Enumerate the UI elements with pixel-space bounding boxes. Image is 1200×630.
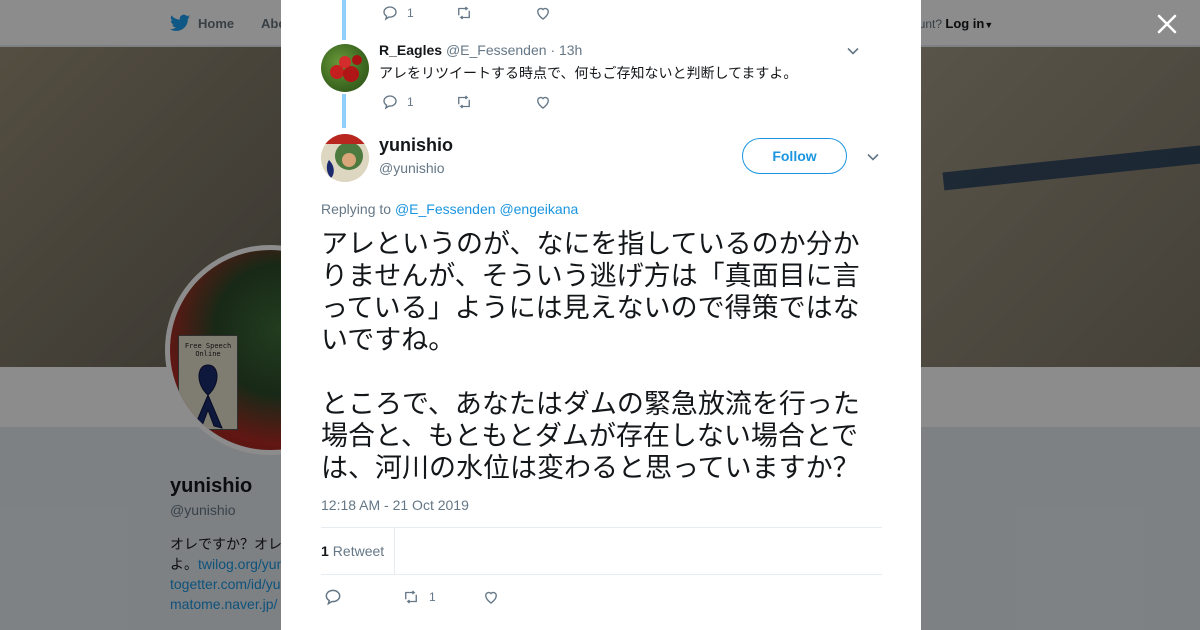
replying-to-prefix: Replying to xyxy=(321,201,392,217)
main-tweet-timestamp[interactable]: 12:18 AM - 21 Oct 2019 xyxy=(321,497,469,513)
main-tweet-author-name[interactable]: yunishio xyxy=(379,135,453,156)
like-action[interactable] xyxy=(534,4,552,22)
reply-tweet-actions: 1 xyxy=(381,93,552,111)
reply-more-menu[interactable] xyxy=(846,44,860,58)
main-tweet-text: アレというのが、なにを指しているのか分かりませんが、そういう逃げ方は「真面目に言… xyxy=(321,229,860,483)
chevron-down-icon xyxy=(847,47,859,55)
reply-count: 1 xyxy=(407,95,414,109)
reply-icon xyxy=(383,95,397,110)
main-tweet-author-handle[interactable]: @yunishio xyxy=(379,160,445,176)
main-tweet-more-menu[interactable] xyxy=(866,150,880,164)
reply-action[interactable] xyxy=(323,587,343,607)
reply-avatar[interactable] xyxy=(321,44,369,92)
retweet-action[interactable]: 1 xyxy=(401,588,436,606)
retweet-stat-label: Retweet xyxy=(332,543,385,559)
follow-button[interactable]: Follow xyxy=(742,138,847,174)
reply-author-name[interactable]: R_Eagles xyxy=(379,42,442,58)
cherries-image xyxy=(330,55,362,82)
prev-tweet-actions: 1 xyxy=(381,4,552,22)
reply-author-handle[interactable]: @E_Fessenden xyxy=(446,42,547,58)
like-action[interactable] xyxy=(534,93,552,111)
replying-to: Replying to @E_Fessenden @engeikana xyxy=(321,201,578,217)
retweet-icon xyxy=(457,6,470,20)
reply-icon xyxy=(383,6,397,21)
close-icon xyxy=(1157,14,1177,34)
heart-icon xyxy=(484,591,497,604)
tweet-permalink-modal: 1 R_Eagles @E_Fessenden · 13h アレをリツイートする… xyxy=(281,0,921,630)
like-action[interactable] xyxy=(482,588,500,606)
reply-count: 1 xyxy=(407,6,414,20)
replying-to-user-2[interactable]: @engeikana xyxy=(499,201,578,217)
heart-icon xyxy=(536,96,549,109)
reply-icon xyxy=(325,589,341,606)
avatar-image xyxy=(321,134,369,182)
retweet-action[interactable] xyxy=(454,93,474,111)
reply-text: アレをリツイートする時点で、何もご存知ないと判断してますよ。 xyxy=(379,65,798,81)
retweet-stat-count: 1 xyxy=(321,543,329,559)
replying-to-user-1[interactable]: @E_Fessenden xyxy=(395,201,496,217)
thread-line-top xyxy=(342,0,346,40)
reply-action[interactable]: 1 xyxy=(381,4,414,22)
chevron-down-icon xyxy=(867,153,879,161)
retweet-icon xyxy=(457,95,470,109)
retweet-count: 1 xyxy=(429,590,436,604)
tweet-stats: 1 Retweet xyxy=(321,527,882,575)
main-tweet-actions: 1 xyxy=(323,587,500,607)
heart-icon xyxy=(536,7,549,20)
retweet-stat[interactable]: 1 Retweet xyxy=(321,528,396,574)
close-modal-button[interactable] xyxy=(1155,12,1179,36)
reply-action[interactable]: 1 xyxy=(381,93,414,111)
retweet-icon xyxy=(405,590,417,604)
reply-header: R_Eagles @E_Fessenden · 13h xyxy=(379,42,582,58)
reply-time[interactable]: · 13h xyxy=(550,42,582,58)
retweet-action[interactable] xyxy=(454,4,474,22)
main-tweet-avatar[interactable] xyxy=(321,134,369,182)
